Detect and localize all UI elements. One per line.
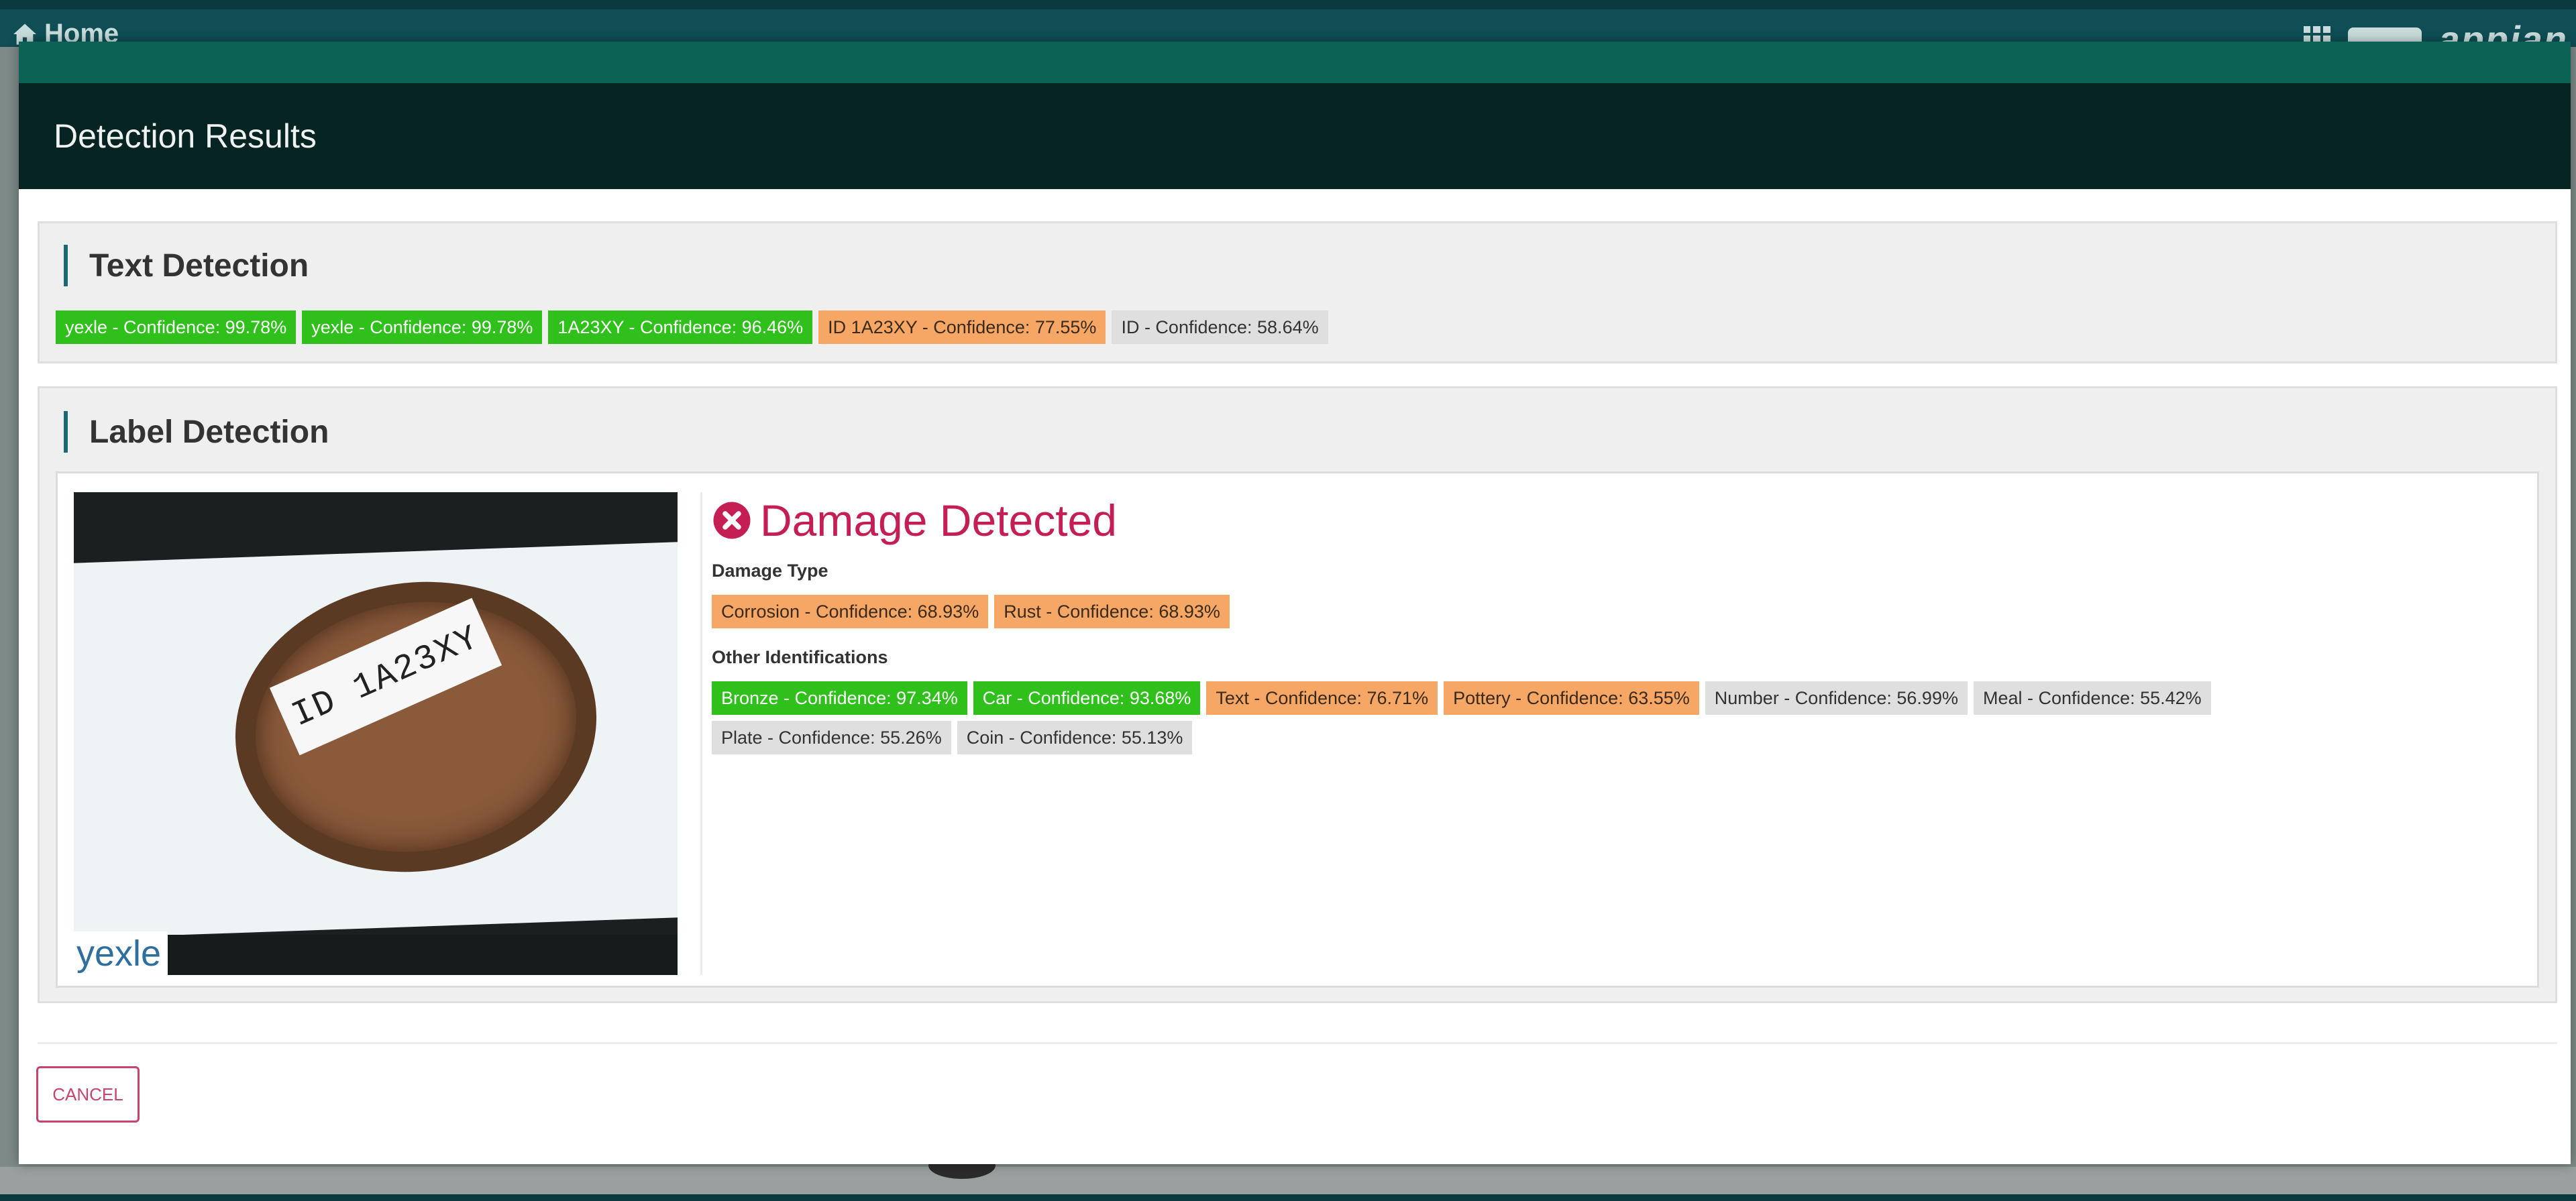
other-identification-tags: Bronze - Confidence: 97.34% Car - Confide…: [712, 681, 2402, 754]
app-background-footer: [0, 1152, 2576, 1201]
text-detection-tag: yexle - Confidence: 99.78%: [302, 310, 543, 344]
text-detection-tag: ID 1A23XY - Confidence: 77.55%: [818, 310, 1106, 344]
text-detection-tag: 1A23XY - Confidence: 96.46%: [548, 310, 813, 344]
identification-tag: Car - Confidence: 93.68%: [973, 681, 1201, 715]
photo-watermark: yexle: [74, 931, 168, 975]
identification-tag: Meal - Confidence: 55.42%: [1973, 681, 2211, 715]
other-identifications-label: Other Identifications: [712, 647, 888, 667]
damage-type-label: Damage Type: [712, 561, 828, 581]
modal-accent-bar: [19, 42, 2571, 83]
text-detection-tag: ID - Confidence: 58.64%: [1112, 310, 1328, 344]
modal-header: Detection Results: [19, 83, 2571, 189]
app-topbar: Home appian: [0, 0, 2576, 60]
detection-results-modal: Detection Results Text Detection yexle -…: [19, 42, 2571, 1164]
damage-type-tag: Rust - Confidence: 68.93%: [994, 595, 1230, 628]
identification-tag: Plate - Confidence: 55.26%: [712, 721, 951, 754]
label-detection-title: Label Detection: [89, 414, 329, 450]
text-detection-panel: Text Detection yexle - Confidence: 99.78…: [38, 221, 2557, 363]
text-detection-title: Text Detection: [89, 247, 309, 284]
identification-tag: Pottery - Confidence: 63.55%: [1444, 681, 1699, 715]
identification-tag: Text - Confidence: 76.71%: [1206, 681, 1438, 715]
label-detection-content: ID 1A23XY yexle Damage Detected Damage T…: [56, 471, 2539, 988]
damage-type-tag: Corrosion - Confidence: 68.93%: [712, 595, 989, 628]
cancel-button[interactable]: CANCEL: [36, 1066, 140, 1123]
footer-divider: [38, 1042, 2557, 1044]
text-detection-tag: yexle - Confidence: 99.78%: [56, 310, 297, 344]
damage-status: Damage Detected: [712, 495, 2525, 546]
detection-results: Damage Detected Damage Type Corrosion - …: [700, 492, 2525, 975]
label-detection-heading: Label Detection: [64, 411, 329, 453]
analyzed-photo: ID 1A23XY yexle: [74, 492, 678, 975]
identification-tag: Bronze - Confidence: 97.34%: [712, 681, 967, 715]
text-detection-heading: Text Detection: [64, 245, 309, 286]
text-detection-tags: yexle - Confidence: 99.78% yexle - Confid…: [56, 310, 2538, 344]
identification-tag: Coin - Confidence: 55.13%: [957, 721, 1193, 754]
damage-status-text: Damage Detected: [760, 496, 1117, 545]
identification-tag: Number - Confidence: 56.99%: [1705, 681, 1968, 715]
label-detection-panel: Label Detection ID 1A23XY yexle Damage D…: [38, 386, 2557, 1003]
x-circle-icon: [713, 502, 751, 539]
modal-title: Detection Results: [54, 117, 317, 155]
damage-type-tags: Corrosion - Confidence: 68.93% Rust - Con…: [712, 595, 2525, 628]
